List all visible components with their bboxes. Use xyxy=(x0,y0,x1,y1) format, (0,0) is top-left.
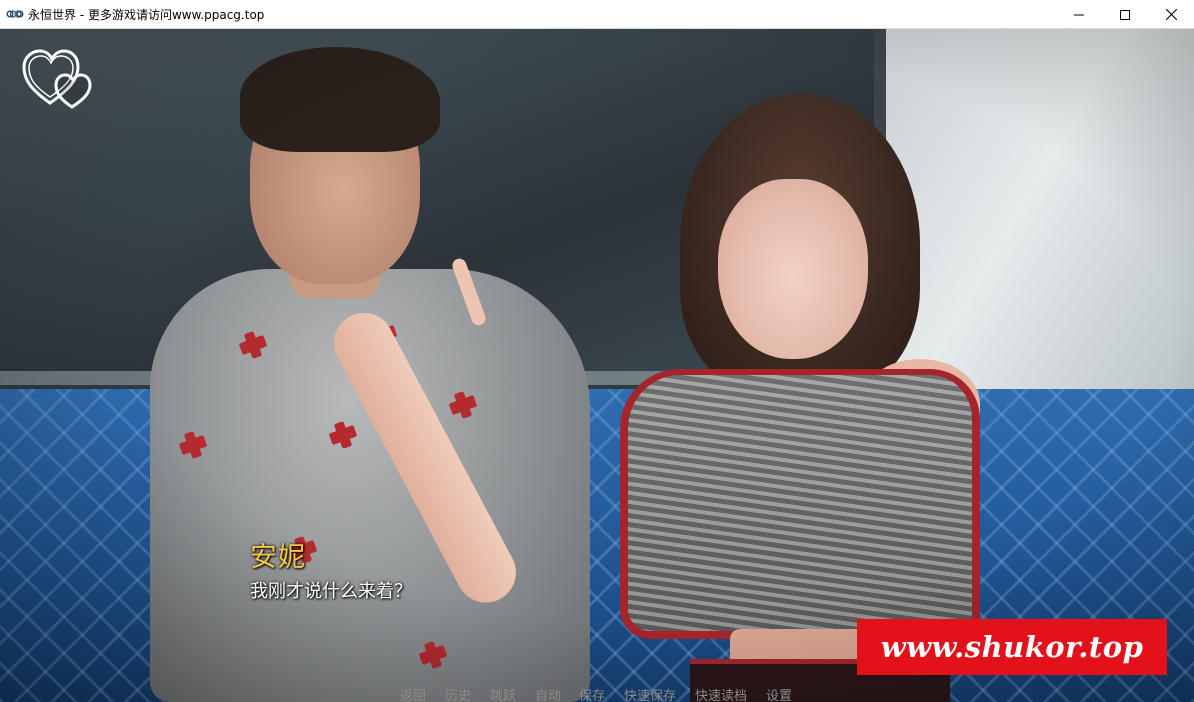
maximize-icon xyxy=(1120,9,1130,20)
close-button[interactable] xyxy=(1148,0,1194,29)
watermark-banner: www.shukor.top xyxy=(857,619,1167,675)
speaker-name: 安妮 xyxy=(250,542,306,573)
window-title: 永恒世界 - 更多游戏请访问www.ppacg.top xyxy=(28,7,265,22)
quick-menu-quick-save[interactable]: 快速保存 xyxy=(624,685,676,702)
window-titlebar: 永恒世界 - 更多游戏请访问www.ppacg.top xyxy=(0,0,1194,29)
girl-character-top xyxy=(620,369,980,639)
quick-menu-skip[interactable]: 跳跃 xyxy=(490,685,516,702)
quick-menu-back[interactable]: 返回 xyxy=(400,685,426,702)
quick-menu: 返回 历史 跳跃 自动 保存 快速保存 快速读档 设置 xyxy=(0,685,1194,702)
hearts-icon[interactable] xyxy=(20,45,96,109)
quick-menu-history[interactable]: 历史 xyxy=(445,685,471,702)
shirt-pattern xyxy=(448,394,478,416)
infinity-icon xyxy=(6,8,24,20)
watermark-text: www.shukor.top xyxy=(880,630,1144,664)
window-controls xyxy=(1056,0,1194,29)
quick-menu-auto[interactable]: 自动 xyxy=(535,685,561,702)
shirt-pattern xyxy=(418,644,448,666)
quick-menu-quick-load[interactable]: 快速读档 xyxy=(695,685,747,702)
quick-menu-settings[interactable]: 设置 xyxy=(766,685,792,702)
game-scene[interactable]: 安妮 我刚才说什么来着？ 返回 历史 跳跃 自动 保存 快速保存 快速读档 设置… xyxy=(0,29,1194,702)
minimize-icon xyxy=(1074,14,1084,15)
shirt-pattern xyxy=(178,434,208,456)
minimize-button[interactable] xyxy=(1056,0,1102,29)
dialogue-text: 我刚才说什么来着？ xyxy=(250,581,412,602)
girl-character-face xyxy=(718,179,868,359)
boy-character-hair xyxy=(240,47,440,152)
shirt-pattern xyxy=(238,334,268,356)
maximize-button[interactable] xyxy=(1102,0,1148,29)
shirt-pattern xyxy=(328,424,358,446)
close-icon xyxy=(1165,9,1177,20)
quick-menu-save[interactable]: 保存 xyxy=(579,685,605,702)
